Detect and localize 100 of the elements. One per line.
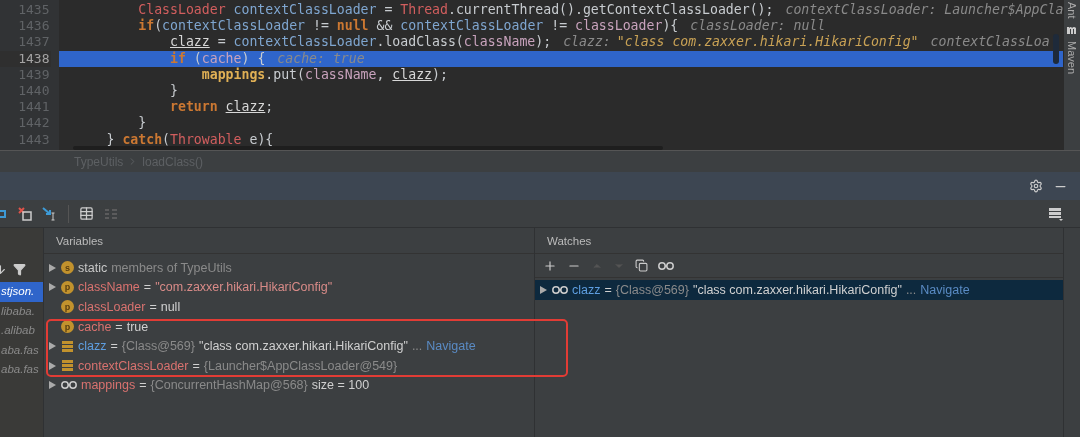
code-token: contextClassLoader bbox=[233, 34, 377, 51]
code-token: mappings bbox=[201, 66, 266, 83]
code-token: && bbox=[376, 18, 394, 35]
code-token: catch bbox=[122, 131, 163, 148]
code-token: null bbox=[336, 18, 369, 35]
variable-value: members of TypeUtils bbox=[111, 260, 232, 275]
panel-title: Watches bbox=[535, 228, 1063, 254]
panel-title: Variables bbox=[44, 228, 534, 254]
variable-value: = bbox=[139, 378, 147, 393]
variable-value: = bbox=[149, 300, 157, 314]
variable-value: "com.zaxxer.hikari.HikariConfig" bbox=[155, 280, 333, 295]
navigate-link[interactable]: Navigate bbox=[920, 282, 970, 297]
expand-arrow-icon[interactable] bbox=[48, 341, 57, 352]
stack-frame[interactable]: aba.fas bbox=[0, 360, 43, 380]
inline-hint: contextClassLoader: Launcher$AppCla bbox=[785, 2, 1064, 19]
expand-arrow-icon[interactable] bbox=[48, 360, 57, 371]
code-token: Thread bbox=[400, 2, 448, 19]
code-token: contextClassLoader bbox=[400, 18, 544, 35]
table-icon[interactable] bbox=[79, 206, 94, 221]
code-token: clazz bbox=[225, 99, 266, 116]
side-tab[interactable]: Ant bbox=[1066, 2, 1079, 19]
stack-frame[interactable]: libaba. bbox=[0, 301, 43, 321]
code-token: clazz bbox=[170, 34, 210, 51]
parameter-icon: p bbox=[61, 300, 74, 314]
inline-hint: cache: true bbox=[277, 50, 365, 67]
vertical-scrollbar[interactable] bbox=[1053, 34, 1060, 64]
variable-value: "class com.zaxxer.hikari.HikariConfig" bbox=[692, 282, 902, 297]
code-token: .put( bbox=[265, 66, 305, 83]
field-icon bbox=[61, 359, 74, 373]
code-token: if bbox=[170, 50, 186, 67]
expand-arrow-icon[interactable] bbox=[48, 282, 57, 293]
variable-row[interactable]: mappings = {ConcurrentHashMap@568} size = 100 bbox=[44, 375, 534, 396]
filter-icon[interactable] bbox=[13, 262, 26, 276]
variable-value: {Launcher$AppClassLoader@549} bbox=[203, 358, 398, 373]
stack-frame[interactable]: stjson. bbox=[0, 282, 43, 302]
expand-arrow-icon[interactable] bbox=[48, 380, 57, 391]
code-token: classLoader bbox=[575, 18, 663, 35]
glasses-icon bbox=[61, 380, 77, 391]
inline-hint: classLoader: null bbox=[690, 18, 826, 35]
field-icon bbox=[61, 339, 74, 353]
copy-icon[interactable] bbox=[635, 259, 648, 272]
variable-value: = bbox=[604, 282, 612, 297]
variable-value: = bbox=[115, 319, 123, 334]
variable-name: cache bbox=[78, 319, 112, 334]
variable-row[interactable]: clazz = {Class@569} "class com.zaxxer.hikari.HikariConfig" ... Navigate bbox=[535, 280, 1063, 300]
code-token: ; bbox=[265, 99, 274, 116]
variable-row[interactable]: p className = "com.zaxxer.hikari.HikariConfig" bbox=[44, 277, 534, 298]
variable-value: = bbox=[192, 358, 200, 373]
drop-frame-icon[interactable] bbox=[18, 206, 32, 221]
inline-hint: "class com.zaxxer.hikari.HikariConfig" bbox=[616, 34, 919, 51]
static-icon: s bbox=[61, 261, 74, 275]
expand-arrow-icon[interactable] bbox=[48, 262, 57, 273]
code-token: if bbox=[138, 18, 155, 35]
variable-row[interactable]: s static members of TypeUtils bbox=[44, 258, 534, 278]
variable-name: clazz bbox=[572, 282, 601, 297]
add-icon[interactable] bbox=[543, 258, 557, 273]
code-token: ) { bbox=[241, 50, 266, 67]
code-token: Throwable bbox=[170, 131, 242, 148]
inline-hint: contextClassLoa bbox=[930, 34, 1050, 51]
code-token: className bbox=[305, 66, 377, 83]
code-token: } bbox=[138, 115, 147, 132]
variable-row[interactable]: p cache = true bbox=[44, 316, 534, 337]
variable-value: = bbox=[110, 339, 118, 354]
variable-name: classLoader bbox=[78, 300, 146, 314]
variable-value: null bbox=[160, 300, 181, 314]
variable-row[interactable]: p classLoader = null bbox=[44, 297, 534, 317]
code-token: ); bbox=[535, 34, 552, 51]
code-token: ){ bbox=[662, 18, 679, 35]
run-to-cursor-icon[interactable] bbox=[42, 206, 58, 221]
variable-value: = bbox=[143, 280, 152, 295]
variable-row[interactable]: clazz = {Class@569} "class com.zaxxer.hikari.HikariConfig" ... Navigate bbox=[44, 336, 534, 356]
navigate-link[interactable]: Navigate bbox=[426, 339, 476, 354]
side-tab[interactable]: Maven bbox=[1066, 40, 1079, 74]
variable-value: "class com.zaxxer.hikari.HikariConfig" bbox=[198, 339, 408, 354]
code-token: .loadClass( bbox=[376, 34, 464, 51]
variable-value: true bbox=[126, 319, 149, 334]
glasses-icon[interactable] bbox=[658, 260, 674, 271]
glasses-icon bbox=[552, 284, 568, 295]
inline-hint: clazz: bbox=[563, 34, 611, 51]
variable-row[interactable]: contextClassLoader = {Launcher$AppClassLoader@549} bbox=[44, 355, 534, 376]
code-token: className bbox=[463, 34, 536, 51]
variable-name: mappings bbox=[81, 378, 136, 393]
code-token: clazz bbox=[392, 66, 433, 83]
maven-icon bbox=[1066, 24, 1079, 35]
code-token: contextClassLoader bbox=[162, 18, 305, 35]
code-token: } bbox=[170, 82, 178, 100]
horizontal-scrollbar[interactable] bbox=[72, 146, 663, 150]
variable-value: ... bbox=[411, 339, 423, 354]
code-token: return bbox=[170, 99, 218, 116]
stack-frame[interactable]: aba.fas bbox=[0, 340, 43, 360]
expand-arrow-icon[interactable] bbox=[539, 284, 548, 295]
code-token: ( bbox=[154, 18, 163, 35]
variable-name: static bbox=[78, 260, 108, 275]
settings-icon[interactable] bbox=[1029, 179, 1043, 193]
variable-name: contextClassLoader bbox=[78, 358, 189, 373]
variable-value: {Class@569} bbox=[615, 282, 689, 297]
layout-icon[interactable] bbox=[1048, 205, 1064, 222]
variable-name: clazz bbox=[78, 339, 107, 354]
stack-frame[interactable]: .alibab bbox=[0, 321, 43, 341]
parameter-icon: p bbox=[61, 280, 74, 294]
